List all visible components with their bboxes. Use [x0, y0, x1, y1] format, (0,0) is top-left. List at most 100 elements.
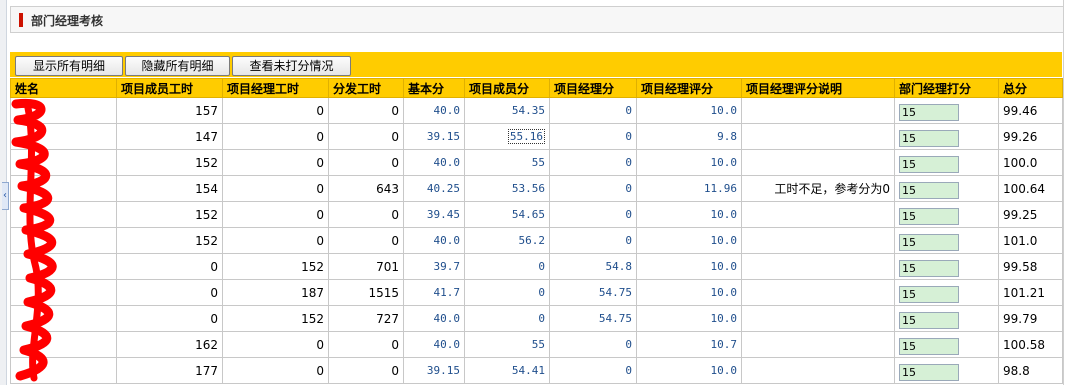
member-hours-cell: 154 — [116, 175, 223, 202]
table-row: 1470039.1555.1609.899.26 — [10, 123, 1063, 150]
sidebar-toggle[interactable]: ‹ — [2, 182, 9, 210]
dept-score-input[interactable] — [899, 104, 959, 121]
dept-score-input[interactable] — [899, 234, 959, 251]
show-all-details-button[interactable]: 显示所有明细 — [15, 56, 123, 76]
total-cell: 99.46 — [998, 97, 1063, 124]
table-row: 1620040.055010.7100.58 — [10, 331, 1063, 358]
employee-name-link[interactable] — [10, 357, 117, 384]
member-score-cell: 56.2 — [464, 227, 550, 254]
col-header-member-hours[interactable]: 项目成员工时 — [116, 78, 223, 98]
pm-score-cell: 0 — [549, 357, 637, 384]
col-header-dist-hours[interactable]: 分发工时 — [328, 78, 404, 98]
table-row: 1570040.054.35010.099.46 — [10, 97, 1063, 124]
pm-hours-cell: 0 — [222, 123, 329, 150]
dept-score-input[interactable] — [899, 208, 959, 225]
view-unscored-button[interactable]: 查看未打分情况 — [232, 56, 351, 76]
panel-header: 部门经理考核 — [10, 6, 1064, 33]
dist-hours-cell: 0 — [328, 357, 404, 384]
base-score-cell: 39.45 — [403, 201, 465, 228]
hide-all-details-button[interactable]: 隐藏所有明细 — [125, 56, 230, 76]
col-header-pm-score[interactable]: 项目经理分 — [549, 78, 637, 98]
dept-score-cell — [894, 149, 999, 176]
pm-hours-cell: 152 — [222, 305, 329, 332]
table-row: 1520039.4554.65010.099.25 — [10, 201, 1063, 228]
member-hours-cell: 162 — [116, 331, 223, 358]
base-score-cell: 41.7 — [403, 279, 465, 306]
pm-remark-cell — [741, 97, 895, 124]
pm-score-cell: 54.75 — [549, 305, 637, 332]
dept-score-input[interactable] — [899, 130, 959, 147]
dept-score-cell — [894, 175, 999, 202]
table-header-row: 姓名 项目成员工时 项目经理工时 分发工时 基本分 项目成员分 项目经理分 项目… — [10, 78, 1063, 98]
total-cell: 101.0 — [998, 227, 1063, 254]
col-header-pm-hours[interactable]: 项目经理工时 — [222, 78, 329, 98]
member-hours-cell: 152 — [116, 201, 223, 228]
col-header-dept-score[interactable]: 部门经理打分 — [894, 78, 999, 98]
col-header-base-score[interactable]: 基本分 — [403, 78, 465, 98]
dept-score-cell — [894, 201, 999, 228]
pm-hours-cell: 0 — [222, 331, 329, 358]
pm-hours-cell: 0 — [222, 175, 329, 202]
dept-score-input[interactable] — [899, 364, 959, 381]
dept-score-cell — [894, 227, 999, 254]
pm-remark-cell — [741, 305, 895, 332]
pm-rating-cell: 10.0 — [636, 227, 742, 254]
toolbar: 显示所有明细 隐藏所有明细 查看未打分情况 — [10, 52, 1062, 77]
dept-score-input[interactable] — [899, 312, 959, 329]
header-accent-bar — [19, 13, 23, 27]
member-hours-cell: 147 — [116, 123, 223, 150]
pm-score-cell: 0 — [549, 97, 637, 124]
dist-hours-cell: 0 — [328, 201, 404, 228]
dept-score-input[interactable] — [899, 260, 959, 277]
table-row: 1770039.1554.41010.098.8 — [10, 357, 1063, 384]
pm-rating-cell: 10.0 — [636, 357, 742, 384]
dept-score-input[interactable] — [899, 156, 959, 173]
pm-remark-cell — [741, 331, 895, 358]
total-cell: 99.26 — [998, 123, 1063, 150]
employee-name-link[interactable] — [10, 253, 117, 280]
dept-score-input[interactable] — [899, 182, 959, 199]
table-row: 0187151541.7054.7510.0101.21 — [10, 279, 1063, 306]
pm-remark-cell — [741, 227, 895, 254]
member-score-cell: 55 — [464, 149, 550, 176]
employee-name-link[interactable] — [10, 201, 117, 228]
pm-rating-cell: 10.7 — [636, 331, 742, 358]
base-score-cell: 39.7 — [403, 253, 465, 280]
pm-hours-cell: 0 — [222, 97, 329, 124]
pm-hours-cell: 0 — [222, 149, 329, 176]
table-row: 015270139.7054.810.099.58 — [10, 253, 1063, 280]
employee-name-link[interactable] — [10, 149, 117, 176]
dept-score-cell — [894, 97, 999, 124]
col-header-pm-rating[interactable]: 项目经理评分 — [636, 78, 742, 98]
dept-score-input[interactable] — [899, 286, 959, 303]
member-hours-cell: 0 — [116, 305, 223, 332]
employee-name-link[interactable] — [10, 279, 117, 306]
dist-hours-cell: 0 — [328, 227, 404, 254]
col-header-total[interactable]: 总分 — [998, 78, 1063, 98]
total-cell: 99.25 — [998, 201, 1063, 228]
dist-hours-cell: 0 — [328, 331, 404, 358]
total-cell: 100.58 — [998, 331, 1063, 358]
col-header-name[interactable]: 姓名 — [10, 78, 117, 98]
pm-score-cell: 0 — [549, 123, 637, 150]
focused-value: 55.16 — [507, 129, 545, 144]
member-hours-cell: 0 — [116, 253, 223, 280]
employee-name-link[interactable] — [10, 123, 117, 150]
employee-name-link[interactable] — [10, 97, 117, 124]
employee-name-link[interactable] — [10, 305, 117, 332]
employee-name-link[interactable] — [10, 331, 117, 358]
pm-remark-cell — [741, 357, 895, 384]
dept-score-cell — [894, 123, 999, 150]
pm-remark-cell — [741, 279, 895, 306]
member-score-cell: 0 — [464, 279, 550, 306]
col-header-pm-remark[interactable]: 项目经理评分说明 — [741, 78, 895, 98]
member-hours-cell: 0 — [116, 279, 223, 306]
member-score-cell: 54.41 — [464, 357, 550, 384]
total-cell: 100.64 — [998, 175, 1063, 202]
employee-name-link[interactable] — [10, 175, 117, 202]
dept-score-input[interactable] — [899, 338, 959, 355]
pm-remark-cell — [741, 149, 895, 176]
employee-name-link[interactable] — [10, 227, 117, 254]
base-score-cell: 40.0 — [403, 305, 465, 332]
col-header-member-score[interactable]: 项目成员分 — [464, 78, 550, 98]
